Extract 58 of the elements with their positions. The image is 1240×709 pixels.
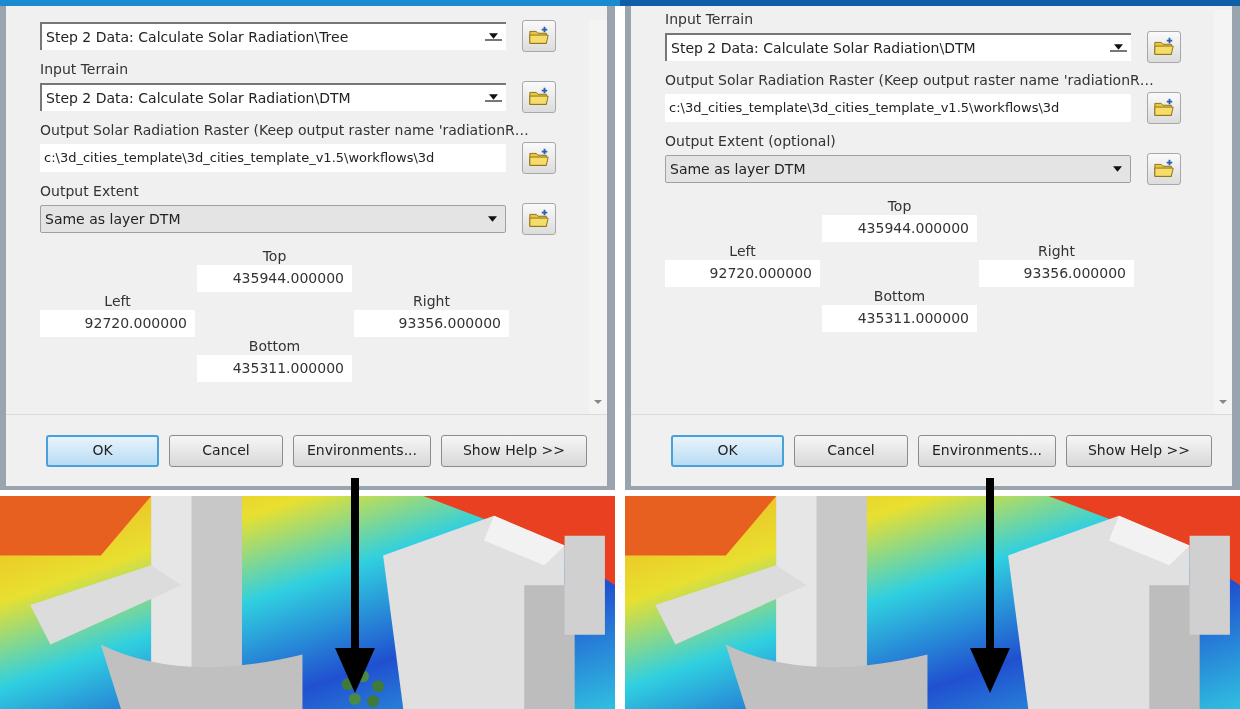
field-label: Output Solar Radiation Raster (Keep output raster name 'radiationR…	[40, 121, 530, 139]
dialog-button[interactable]: OK	[671, 434, 784, 467]
field-label: Input Terrain	[40, 60, 130, 78]
input-field[interactable]: 435944.000000	[197, 265, 352, 292]
browse-button[interactable]	[1147, 153, 1181, 185]
dropdown[interactable]: Same as layer DTM	[40, 205, 506, 233]
browse-button[interactable]	[1147, 31, 1181, 63]
scroll-down-icon[interactable]	[1219, 400, 1227, 404]
field-label: Output Extent	[40, 182, 140, 200]
folder-icon	[1153, 36, 1175, 58]
dialog-button[interactable]: Environments...	[293, 434, 431, 467]
folder-icon	[528, 208, 550, 230]
dialog-button[interactable]: Environments...	[918, 434, 1056, 467]
dropdown-arrow-icon	[485, 94, 502, 102]
dropdown-arrow-icon	[1110, 44, 1127, 52]
browse-button[interactable]	[522, 81, 556, 113]
input-field[interactable]: 93356.000000	[354, 310, 509, 337]
field-label: Input Terrain	[665, 10, 755, 28]
dropdown[interactable]: Step 2 Data: Calculate Solar Radiation\Tree	[40, 22, 506, 50]
field-label: Left	[104, 292, 131, 310]
field-label: Bottom	[248, 337, 301, 355]
input-field[interactable]: 92720.000000	[665, 260, 820, 287]
input-field[interactable]: 435311.000000	[822, 305, 977, 332]
input-field[interactable]: 435944.000000	[822, 215, 977, 242]
field-label: Output Solar Radiation Raster (Keep output raster name 'radiationR…	[665, 71, 1155, 89]
folder-icon	[1153, 97, 1175, 119]
down-arrow-icon	[335, 478, 375, 693]
scroll-down-icon[interactable]	[594, 400, 602, 404]
dialog-button[interactable]: OK	[46, 434, 159, 467]
field-label: Top	[887, 197, 912, 215]
dialog-button[interactable]: Show Help >>	[1066, 434, 1212, 467]
field-label: Top	[262, 247, 287, 265]
field-label: Right	[1038, 242, 1075, 260]
dialog-button[interactable]: Cancel	[169, 434, 283, 467]
folder-icon	[528, 147, 550, 169]
field-label: Output Extent (optional)	[665, 132, 837, 150]
field-label: Right	[413, 292, 450, 310]
field-label: Bottom	[873, 287, 926, 305]
input-field[interactable]: c:\3d_cities_template\3d_cities_template_v1.5\workflows\3d	[665, 94, 1131, 122]
dropdown-arrow-icon	[485, 33, 502, 41]
folder-icon	[528, 25, 550, 47]
input-field[interactable]: 435311.000000	[197, 355, 352, 382]
dropdown[interactable]: Same as layer DTM	[665, 155, 1131, 183]
input-field[interactable]: 92720.000000	[40, 310, 195, 337]
folder-icon	[528, 86, 550, 108]
input-field[interactable]: 93356.000000	[979, 260, 1134, 287]
dialog-button[interactable]: Show Help >>	[441, 434, 587, 467]
browse-button[interactable]	[522, 142, 556, 174]
dropdown[interactable]: Step 2 Data: Calculate Solar Radiation\DTM	[40, 83, 506, 111]
folder-icon	[1153, 158, 1175, 180]
browse-button[interactable]	[1147, 92, 1181, 124]
input-field[interactable]: c:\3d_cities_template\3d_cities_template_v1.5\workflows\3d	[40, 144, 506, 172]
down-arrow-icon	[970, 478, 1010, 693]
dialog-button[interactable]: Cancel	[794, 434, 908, 467]
dropdown[interactable]: Step 2 Data: Calculate Solar Radiation\DTM	[665, 33, 1131, 61]
field-label: Left	[729, 242, 756, 260]
browse-button[interactable]	[522, 20, 556, 52]
browse-button[interactable]	[522, 203, 556, 235]
